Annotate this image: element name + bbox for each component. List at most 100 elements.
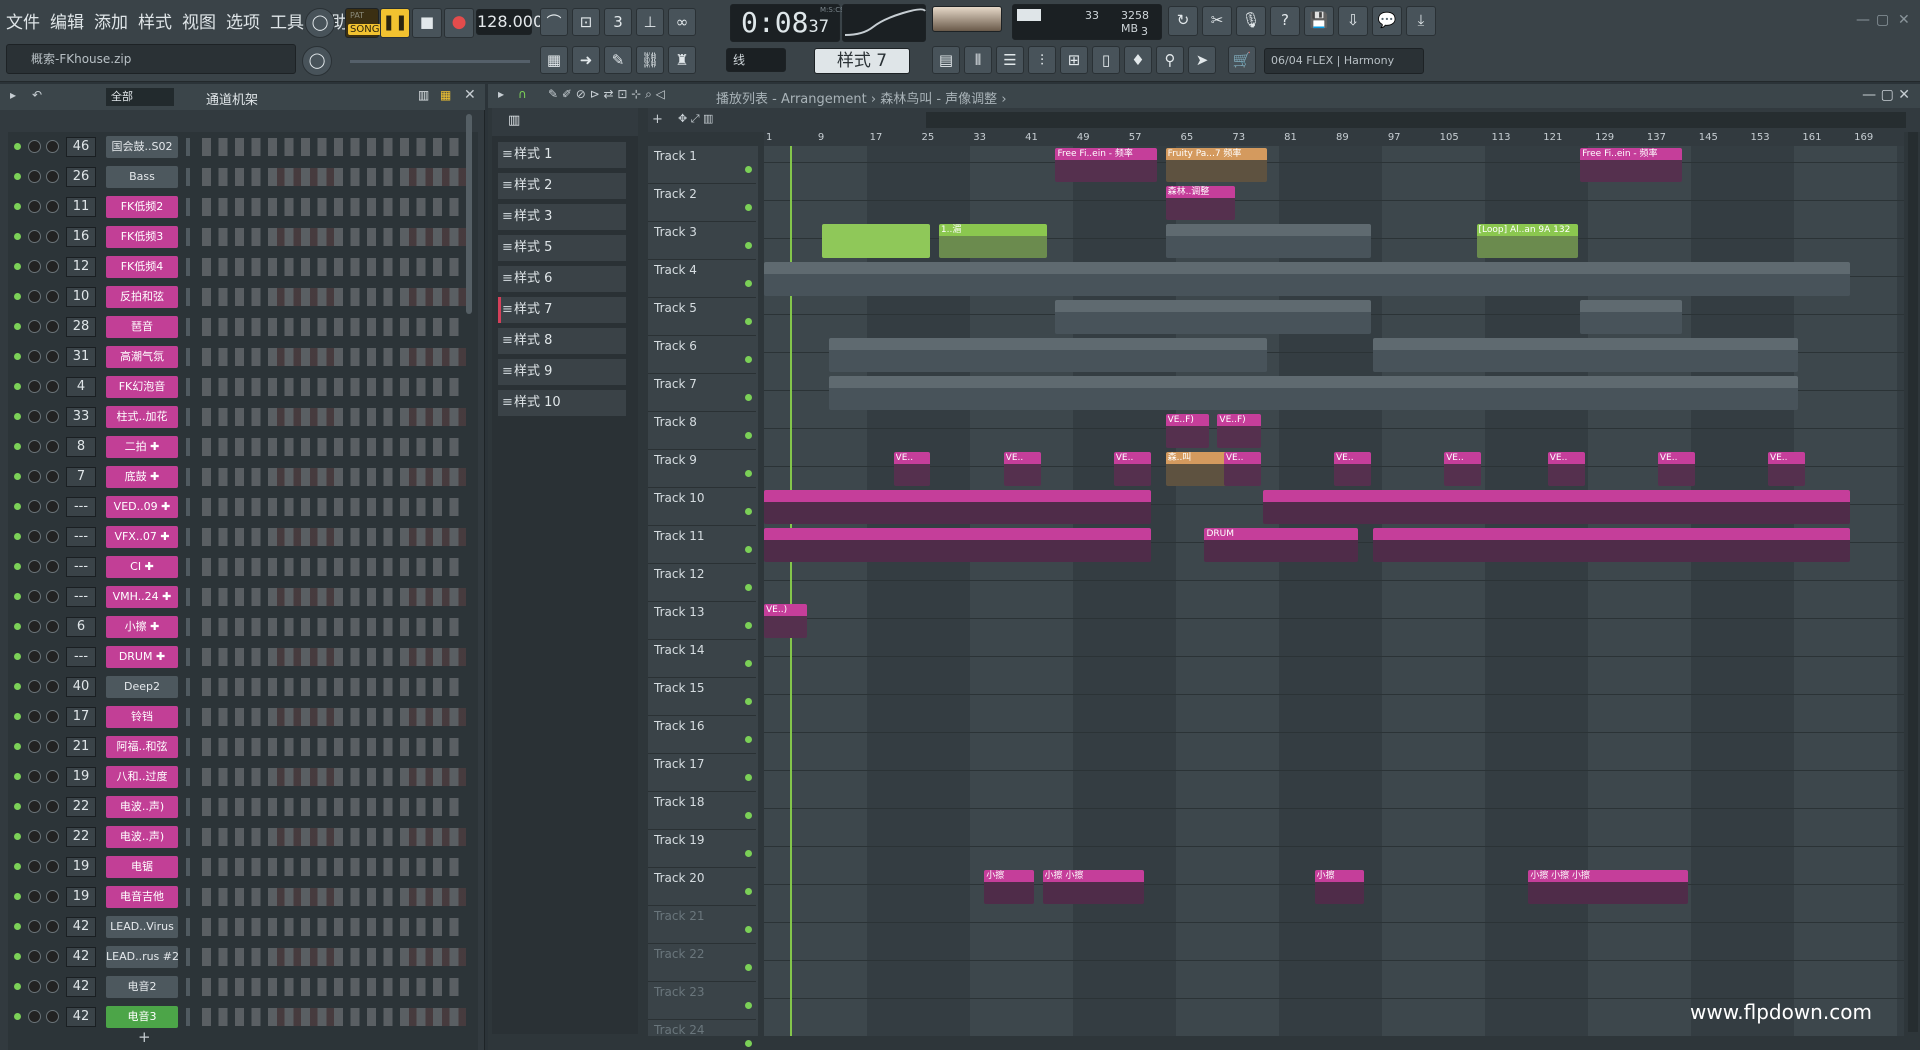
playlist-clip[interactable] xyxy=(828,338,1268,372)
playlist-clip[interactable]: VE.. xyxy=(1003,452,1041,486)
channel-mixer-track[interactable]: 40 xyxy=(66,677,96,697)
playlist-clip[interactable]: VE.. xyxy=(893,452,931,486)
playlist-clip[interactable]: VE..F) xyxy=(1165,414,1209,448)
track-header[interactable]: Track 12 xyxy=(648,564,756,602)
channel-mute-led[interactable] xyxy=(14,773,21,780)
channel-volume-knob[interactable] xyxy=(46,830,59,843)
playlist-clip[interactable]: VE.. xyxy=(1444,452,1481,486)
channel-volume-knob[interactable] xyxy=(46,710,59,723)
channel-name-button[interactable]: 二拍 ✚ xyxy=(106,436,178,458)
pattern-item[interactable]: 样式 3 xyxy=(498,204,626,230)
track-enable-led[interactable] xyxy=(745,736,752,743)
step-sequencer[interactable] xyxy=(202,918,466,936)
piano-roll-icon[interactable]: ▦ xyxy=(540,46,568,74)
track-header[interactable]: Track 9 xyxy=(648,450,756,488)
track-header[interactable]: Track 3 xyxy=(648,222,756,260)
channel-row[interactable]: --- DRUM ✚ xyxy=(8,642,478,672)
channel-mixer-track[interactable]: 26 xyxy=(66,167,96,187)
step-sequencer[interactable] xyxy=(202,828,466,846)
channel-select[interactable] xyxy=(186,708,190,726)
channel-name-button[interactable]: 小擦 ✚ xyxy=(106,616,178,638)
step-sequencer[interactable] xyxy=(202,258,466,276)
playlist-clip[interactable]: 小擦 小擦 小擦 xyxy=(1528,870,1689,904)
channel-volume-knob[interactable] xyxy=(46,500,59,513)
menu-file[interactable]: 文件 xyxy=(4,6,42,35)
channel-mixer-track[interactable]: 19 xyxy=(66,767,96,787)
channel-pan-knob[interactable] xyxy=(28,1010,41,1023)
file-icon[interactable]: ▯ xyxy=(1092,46,1120,74)
step-sequencer[interactable] xyxy=(202,648,466,666)
channel-select[interactable] xyxy=(186,558,190,576)
arrow-icon[interactable]: ➜ xyxy=(572,46,600,74)
channel-pan-knob[interactable] xyxy=(28,890,41,903)
channel-volume-knob[interactable] xyxy=(46,980,59,993)
add-track-icon[interactable]: + xyxy=(652,112,663,127)
playlist-clip[interactable] xyxy=(1372,528,1851,562)
channel-volume-knob[interactable] xyxy=(46,140,59,153)
main-volume-slider[interactable] xyxy=(350,60,530,63)
channel-mixer-track[interactable]: 22 xyxy=(66,827,96,847)
step-sequencer[interactable] xyxy=(202,348,466,366)
channel-name-button[interactable]: FK低频3 xyxy=(106,226,178,248)
channel-pan-knob[interactable] xyxy=(28,740,41,753)
steps-icon[interactable]: ▦ xyxy=(440,88,451,102)
channel-select[interactable] xyxy=(186,408,190,426)
track-enable-led[interactable] xyxy=(745,850,752,857)
track-enable-led[interactable] xyxy=(745,1002,752,1009)
step-sequencer[interactable] xyxy=(202,408,466,426)
channel-mixer-track[interactable]: 4 xyxy=(66,377,96,397)
step-sequencer[interactable] xyxy=(202,438,466,456)
channel-row[interactable]: --- VMH..24 ✚ xyxy=(8,582,478,612)
channel-volume-knob[interactable] xyxy=(46,170,59,183)
step-sequencer[interactable] xyxy=(202,198,466,216)
channel-row[interactable]: 19 八和..过度 xyxy=(8,762,478,792)
channel-select[interactable] xyxy=(186,918,190,936)
playlist-clip[interactable]: VE.. xyxy=(1547,452,1585,486)
playlist-clip[interactable]: VE.. xyxy=(1334,452,1371,486)
channel-pan-knob[interactable] xyxy=(28,440,41,453)
channel-name-button[interactable]: 国会鼓..S02 xyxy=(106,136,178,158)
channel-pan-knob[interactable] xyxy=(28,770,41,783)
arrangement-overview[interactable] xyxy=(926,112,1906,128)
stamp-icon[interactable]: ♜ xyxy=(668,46,696,74)
channel-pan-knob[interactable] xyxy=(28,380,41,393)
channel-name-button[interactable]: VFX..07 ✚ xyxy=(106,526,178,548)
channel-pan-knob[interactable] xyxy=(28,710,41,723)
channel-volume-knob[interactable] xyxy=(46,650,59,663)
channel-mute-led[interactable] xyxy=(14,653,21,660)
channel-row[interactable]: --- VFX..07 ✚ xyxy=(8,522,478,552)
channel-pan-knob[interactable] xyxy=(28,620,41,633)
playlist-clip[interactable] xyxy=(1372,338,1799,372)
pattern-item[interactable]: 样式 2 xyxy=(498,173,626,199)
channel-mute-led[interactable] xyxy=(14,233,21,240)
track-header[interactable]: Track 18 xyxy=(648,792,756,830)
channel-mixer-track[interactable]: --- xyxy=(66,527,96,547)
playlist-clip[interactable]: VE..F) xyxy=(1217,414,1261,448)
add-pattern-button[interactable]: + xyxy=(558,1046,571,1050)
channel-select[interactable] xyxy=(186,228,190,246)
track-header[interactable]: Track 13 xyxy=(648,602,756,640)
playlist-clip[interactable]: VE..) xyxy=(764,604,808,638)
channel-mixer-track[interactable]: 22 xyxy=(66,797,96,817)
channel-pan-knob[interactable] xyxy=(28,320,41,333)
step-sequencer[interactable] xyxy=(202,1008,466,1026)
track-enable-led[interactable] xyxy=(745,280,752,287)
channel-mute-led[interactable] xyxy=(14,533,21,540)
piano-roll-view-icon[interactable]: ⫴ xyxy=(964,46,992,74)
playlist-clip[interactable]: 1..湄 xyxy=(938,224,1047,258)
minimize-icon[interactable]: — xyxy=(1856,12,1870,28)
metronome-icon[interactable]: ⌒ xyxy=(540,8,568,36)
track-header[interactable]: Track 16 xyxy=(648,716,756,754)
channel-mute-led[interactable] xyxy=(14,173,21,180)
master-volume-knob[interactable]: ◯ xyxy=(305,8,335,38)
channel-name-button[interactable]: 电波..声) xyxy=(106,796,178,818)
channel-volume-knob[interactable] xyxy=(46,320,59,333)
step-sequencer[interactable] xyxy=(202,468,466,486)
channel-mute-led[interactable] xyxy=(14,713,21,720)
track-header[interactable]: Track 22 xyxy=(648,944,756,982)
countdown-icon[interactable]: 3 xyxy=(604,8,632,36)
playlist-clip[interactable]: VE.. xyxy=(1767,452,1805,486)
playlist-clip[interactable] xyxy=(1165,224,1371,258)
step-sequencer[interactable] xyxy=(202,528,466,546)
channel-mixer-track[interactable]: 42 xyxy=(66,917,96,937)
